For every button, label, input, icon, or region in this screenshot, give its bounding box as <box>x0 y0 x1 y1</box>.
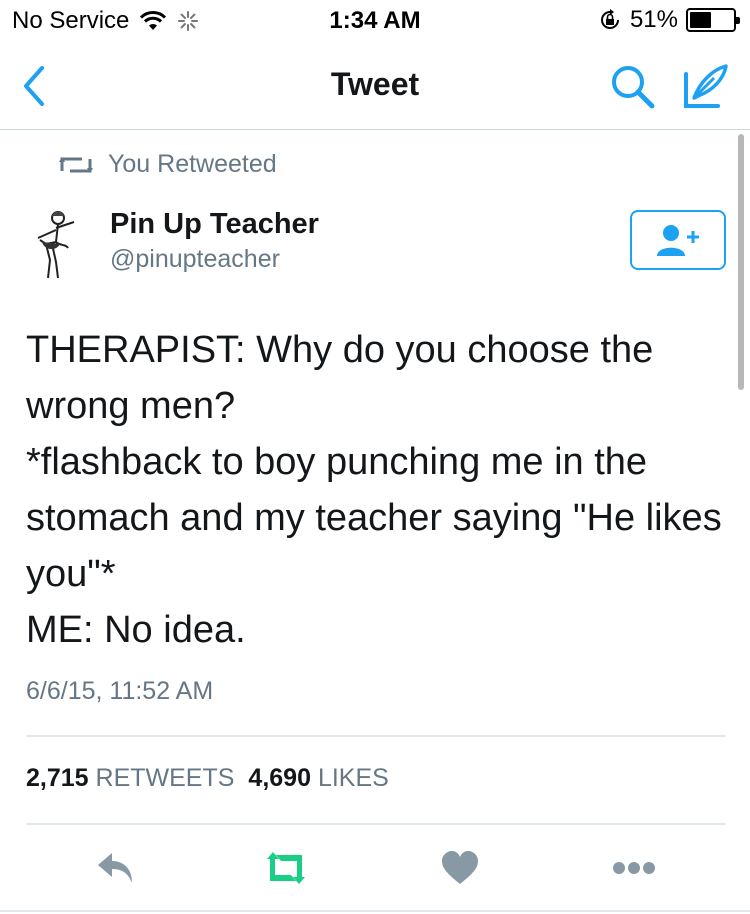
search-icon[interactable] <box>608 62 658 112</box>
retweet-context: You Retweeted <box>58 150 277 179</box>
like-button[interactable] <box>430 840 490 896</box>
retweet-icon <box>59 156 93 173</box>
scrollbar[interactable] <box>738 134 744 390</box>
retweet-context-label: You Retweeted <box>108 150 277 178</box>
tweet-timestamp: 6/6/15, 11:52 AM <box>26 677 214 705</box>
retweets-stat[interactable]: 2,715 RETWEETS <box>26 764 234 793</box>
tweet-text: THERAPIST: Why do you choose the wrong m… <box>26 329 722 651</box>
divider <box>0 910 750 912</box>
reply-icon <box>98 853 132 883</box>
more-button[interactable] <box>604 840 664 896</box>
follow-button[interactable] <box>630 210 726 270</box>
more-icon <box>613 862 655 874</box>
retweets-label: RETWEETS <box>95 764 235 792</box>
battery-icon <box>686 8 740 32</box>
heart-icon <box>442 851 478 884</box>
retweet-button[interactable] <box>256 840 316 896</box>
compose-icon[interactable] <box>680 60 732 112</box>
reply-button[interactable] <box>86 840 146 896</box>
add-user-icon <box>657 225 699 256</box>
avatar[interactable] <box>26 208 94 282</box>
likes-label: LIKES <box>317 764 389 792</box>
tweet-actions <box>0 840 750 896</box>
rotation-lock-icon <box>600 9 619 29</box>
author-handle[interactable]: @pinupteacher <box>110 245 280 274</box>
tweet-stats: 2,715 RETWEETS 4,690 LIKES <box>26 764 389 793</box>
retweet-icon <box>267 852 305 884</box>
navigation-bar: Tweet <box>0 40 750 130</box>
battery-percent: 51% <box>629 6 678 33</box>
divider <box>26 735 726 737</box>
likes-count: 4,690 <box>248 764 311 792</box>
divider <box>26 823 726 825</box>
status-bar: No Service 1:34 AM 51% <box>0 0 750 40</box>
retweets-count: 2,715 <box>26 764 89 792</box>
author-name[interactable]: Pin Up Teacher <box>110 208 319 241</box>
likes-stat[interactable]: 4,690 LIKES <box>248 764 388 793</box>
